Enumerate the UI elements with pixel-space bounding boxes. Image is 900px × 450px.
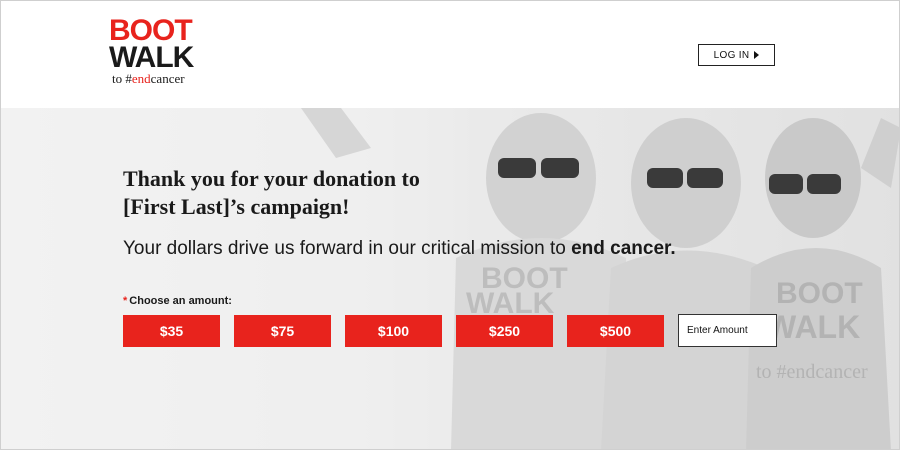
mission-text: Your dollars drive us forward in our cri… bbox=[123, 238, 572, 259]
logo-boot-text: BOOT bbox=[109, 14, 193, 47]
thank-you-line-1: Thank you for your donation to bbox=[123, 166, 420, 191]
thank-you-heading: Thank you for your donation to [First La… bbox=[123, 165, 543, 221]
boot-walk-logo[interactable]: BOOT WALK to #endcancer bbox=[109, 14, 219, 87]
page-frame: BOOT WALK to #endcancer LOG IN BOOT WALK… bbox=[0, 0, 900, 450]
choose-amount-text: Choose an amount: bbox=[129, 295, 232, 307]
logo-tag-highlight: end bbox=[131, 71, 151, 86]
shirt-print-walk-2: WALK bbox=[766, 309, 860, 345]
login-button[interactable]: LOG IN bbox=[698, 44, 775, 66]
choose-amount-label: * Choose an amount: bbox=[123, 295, 232, 307]
amount-75-button[interactable]: $75 bbox=[234, 315, 331, 347]
hero-banner: BOOT WALK BOOT WALK to #endcancer bbox=[1, 108, 899, 449]
logo-tag-prefix: to # bbox=[112, 71, 132, 86]
login-label: LOG IN bbox=[713, 49, 750, 61]
play-arrow-icon bbox=[754, 51, 760, 59]
amount-250-button[interactable]: $250 bbox=[456, 315, 553, 347]
mission-statement: Your dollars drive us forward in our cri… bbox=[123, 237, 783, 261]
logo-tagline: to #endcancer bbox=[112, 71, 219, 87]
thank-you-line-2: [First Last]’s campaign! bbox=[123, 194, 350, 219]
site-header: BOOT WALK to #endcancer LOG IN bbox=[1, 1, 899, 108]
mission-emphasis: end cancer. bbox=[571, 238, 676, 259]
required-asterisk: * bbox=[123, 295, 128, 307]
logo-tag-suffix: cancer bbox=[150, 71, 185, 86]
amount-100-button[interactable]: $100 bbox=[345, 315, 442, 347]
amount-35-button[interactable]: $35 bbox=[123, 315, 220, 347]
custom-amount-input[interactable] bbox=[678, 314, 777, 347]
logo-walk-text: WALK bbox=[109, 41, 194, 74]
shirt-print-tag: to #endcancer bbox=[756, 361, 868, 383]
amount-500-button[interactable]: $500 bbox=[567, 315, 664, 347]
hero-photo-walkers: BOOT WALK BOOT WALK to #endcancer bbox=[1, 108, 899, 449]
shirt-print-boot-2: BOOT bbox=[776, 277, 863, 310]
